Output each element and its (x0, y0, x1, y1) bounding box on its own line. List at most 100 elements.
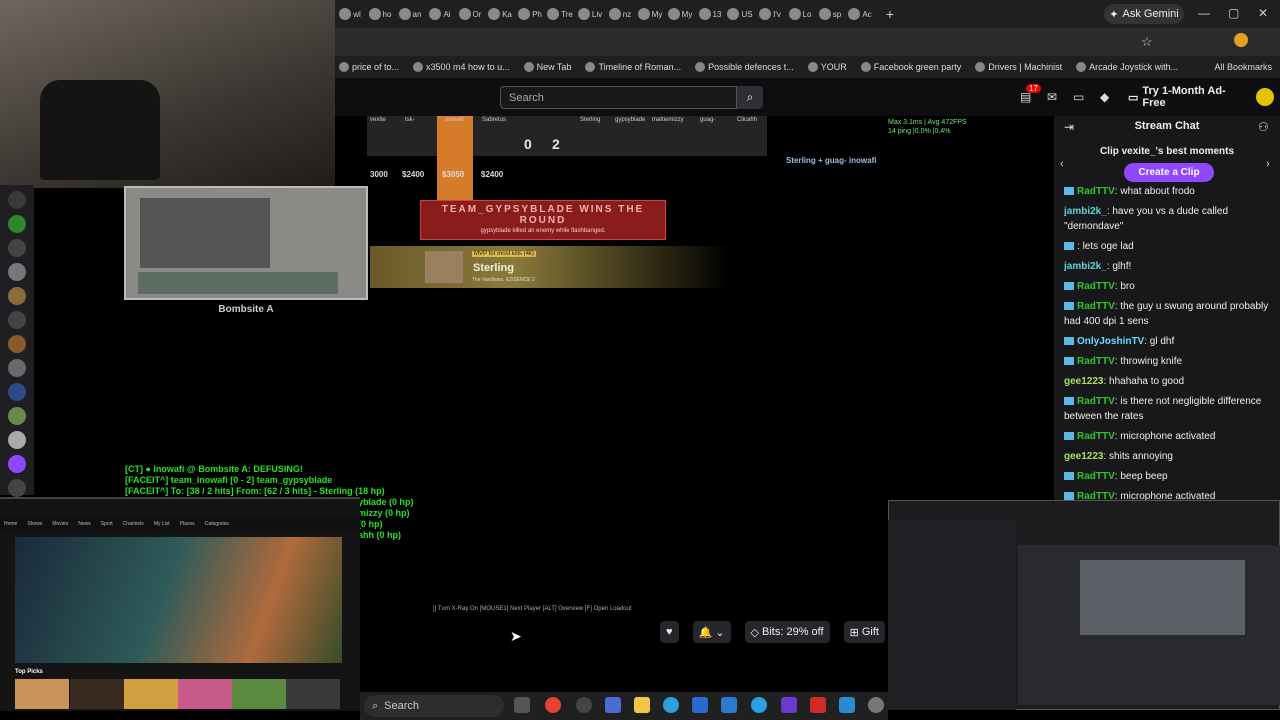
user-avatar[interactable] (1256, 88, 1274, 106)
bookmark-star-icon[interactable]: ☆ (1141, 34, 1153, 50)
browser-tab[interactable]: Liv (575, 0, 605, 28)
browser-tab[interactable]: Ph (515, 0, 545, 28)
search-icon[interactable]: ⌕ (737, 86, 763, 109)
follow-heart-icon[interactable]: ♥ (660, 621, 679, 643)
maximize-icon[interactable]: ▢ (1228, 6, 1239, 20)
ask-gemini-button[interactable]: ✦ Ask Gemini (1104, 4, 1184, 24)
streaming-nav-item[interactable]: Home (4, 521, 17, 527)
taskbar-search[interactable]: ⌕ Search (364, 695, 504, 717)
close-window-icon[interactable]: ✕ (1258, 6, 1268, 20)
followed-channel-avatar[interactable] (8, 455, 26, 473)
streaming-nav-item[interactable]: Movies (52, 521, 68, 527)
chat-username[interactable]: jambi2k_ (1064, 206, 1107, 217)
chat-username[interactable]: RadTTV (1077, 301, 1115, 312)
browser-tab[interactable]: wl (335, 0, 365, 28)
chat-username[interactable]: RadTTV (1077, 396, 1115, 407)
browser-tab[interactable]: I'v (755, 0, 785, 28)
browser-tab[interactable]: 13 (695, 0, 725, 28)
streaming-nav-item[interactable]: Channels (123, 521, 144, 527)
chat-username[interactable]: RadTTV (1077, 281, 1115, 292)
chat-username[interactable]: gee1223 (1064, 451, 1103, 462)
browser-tab[interactable]: Or (455, 0, 485, 28)
followed-channel-avatar[interactable] (8, 215, 26, 233)
bookmark-item[interactable]: Timeline of Roman... (585, 62, 681, 72)
crown-icon[interactable]: ◆ (1100, 90, 1114, 104)
chrome-icon[interactable] (545, 697, 561, 713)
chevron-left-icon[interactable]: ‹ (1060, 158, 1064, 170)
followed-channel-avatar[interactable] (8, 407, 26, 425)
address-bar[interactable] (335, 28, 1280, 56)
followed-channel-avatar[interactable] (8, 287, 26, 305)
streaming-nav-item[interactable]: Places (180, 521, 195, 527)
browser-tab[interactable]: Ac (845, 0, 875, 28)
bookmark-item[interactable]: Possible defences t... (695, 62, 794, 72)
browser-tab[interactable]: nz (605, 0, 635, 28)
file-explorer-icon[interactable] (634, 697, 650, 713)
streaming-nav-item[interactable]: My List (154, 521, 170, 527)
ad-free-button[interactable]: ▭ Try 1-Month Ad-Free (1128, 85, 1246, 109)
browser-tab[interactable]: Tre (545, 0, 575, 28)
twitch-search-input[interactable]: Search (500, 86, 737, 109)
streaming-nav-item[interactable]: Categories (205, 521, 229, 527)
bookmark-item[interactable]: Drivers | Machinist (975, 62, 1062, 72)
create-clip-button[interactable]: Create a Clip (1124, 163, 1214, 182)
browser-tab[interactable]: Lo (785, 0, 815, 28)
bookmark-item[interactable]: YOUR (807, 62, 847, 72)
profile-avatar[interactable] (1234, 33, 1248, 47)
followed-channel-avatar[interactable] (8, 359, 26, 377)
chat-username[interactable]: RadTTV (1077, 186, 1115, 197)
settings-gear-icon[interactable] (868, 697, 884, 713)
notifications-bell-icon[interactable]: 🔔 ⌄ (692, 621, 731, 643)
streaming-nav-item[interactable]: Sport (101, 521, 113, 527)
app-icon[interactable] (810, 697, 826, 713)
edge-icon[interactable] (663, 697, 679, 713)
browser-tab[interactable]: Ai (425, 0, 455, 28)
browser-tab[interactable]: sp (815, 0, 845, 28)
minimize-icon[interactable]: — (1198, 6, 1210, 20)
browser-tab[interactable]: US (725, 0, 755, 28)
notifications-icon[interactable]: ✉ (1047, 90, 1061, 104)
browser-tab[interactable]: ho (365, 0, 395, 28)
obs-icon[interactable] (576, 697, 592, 713)
outlook-icon[interactable] (721, 697, 737, 713)
browser-tab[interactable]: My (635, 0, 665, 28)
followed-channel-avatar[interactable] (8, 239, 26, 257)
bookmark-item[interactable]: price of to... (339, 62, 399, 72)
bits-button[interactable]: ◇ Bits: 29% off (744, 621, 830, 643)
browser-tab[interactable]: Ka (485, 0, 515, 28)
new-tab-button[interactable]: + (875, 0, 905, 28)
chat-username[interactable]: jambi2k_ (1064, 261, 1107, 272)
followed-channel-avatar[interactable] (8, 311, 26, 329)
streaming-nav-item[interactable]: Shows (27, 521, 42, 527)
followed-channel-avatar[interactable] (8, 263, 26, 281)
streaming-nav-item[interactable]: News (78, 521, 91, 527)
bookmark-item[interactable]: New Tab (523, 62, 571, 72)
bookmark-item[interactable]: Facebook green party (860, 62, 961, 72)
chat-username[interactable]: RadTTV (1077, 471, 1115, 482)
followed-channel-avatar[interactable] (8, 383, 26, 401)
followed-channel-avatar[interactable] (8, 479, 26, 497)
chat-username[interactable]: RadTTV (1077, 431, 1115, 442)
bookmark-item[interactable]: Arcade Joystick with... (1076, 62, 1178, 72)
bookmark-item[interactable]: x3500 m4 how to u... (413, 62, 510, 72)
app-icon[interactable] (781, 697, 797, 713)
followed-channel-avatar[interactable] (8, 431, 26, 449)
gift-button[interactable]: ⊞ Gift (843, 621, 885, 643)
app-icon[interactable] (605, 697, 621, 713)
store-icon[interactable] (692, 697, 708, 713)
whispers-icon[interactable]: ▭ (1073, 90, 1087, 104)
browser-tab[interactable]: My (665, 0, 695, 28)
browser-tab[interactable]: an (395, 0, 425, 28)
chat-username[interactable]: RadTTV (1077, 356, 1115, 367)
chat-username[interactable]: OnlyJoshinTV (1077, 336, 1144, 347)
telegram-icon[interactable] (751, 697, 767, 713)
chat-username[interactable]: gee1223 (1064, 376, 1103, 387)
community-icon[interactable]: ⚇ (1258, 120, 1269, 134)
app-icon[interactable] (839, 697, 855, 713)
followed-channel-avatar[interactable] (8, 335, 26, 353)
task-view-icon[interactable] (514, 697, 530, 713)
chat-username[interactable]: RadTTV (1077, 491, 1115, 500)
followed-channel-avatar[interactable] (8, 191, 26, 209)
chevron-right-icon[interactable]: › (1266, 158, 1270, 170)
all-bookmarks-button[interactable]: All Bookmarks (1214, 62, 1280, 72)
